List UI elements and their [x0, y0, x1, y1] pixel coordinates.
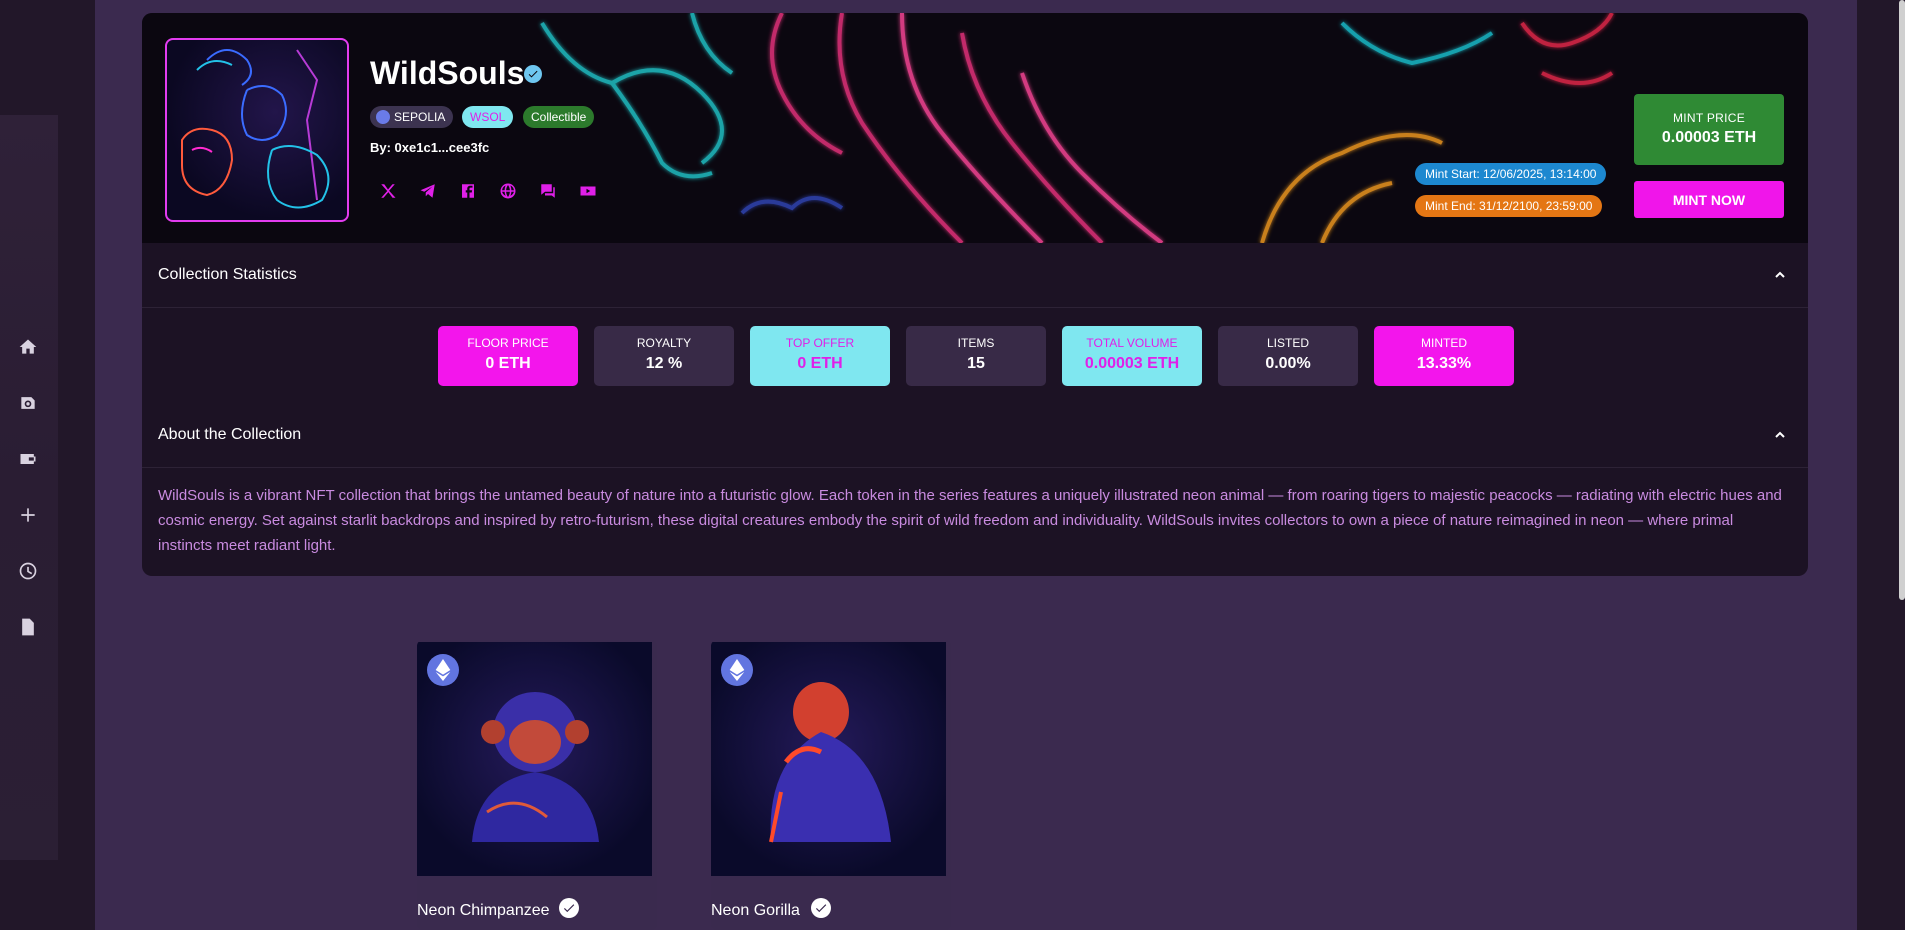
- statistics-title: Collection Statistics: [158, 266, 297, 283]
- network-label: SEPOLIA: [394, 110, 446, 124]
- stat-value: 0 ETH: [485, 355, 531, 372]
- stat-top-offer: TOP OFFER 0 ETH: [750, 326, 890, 386]
- chevron-up-icon[interactable]: [1772, 427, 1788, 443]
- social-links: [378, 181, 598, 201]
- stat-value: 13.33%: [1416, 355, 1472, 372]
- nft-image[interactable]: [711, 642, 946, 876]
- about-description: WildSouls is a vibrant NFT collection th…: [158, 487, 1782, 554]
- stat-label: MINTED: [1421, 336, 1467, 350]
- collection-title: WildSouls: [370, 55, 525, 91]
- mint-price-label: MINT PRICE: [1672, 111, 1746, 125]
- ethereum-icon: [721, 654, 753, 686]
- document-icon[interactable]: [16, 615, 40, 639]
- stat-label: TOTAL VOLUME: [1086, 336, 1178, 350]
- collection-banner: WildSouls SEPOLIA WSOL Collectible By: 0…: [142, 13, 1808, 243]
- stat-floor-price: FLOOR PRICE 0 ETH: [438, 326, 578, 386]
- stat-label: TOP OFFER: [785, 336, 855, 350]
- stat-label: ROYALTY: [636, 336, 692, 350]
- clock-icon[interactable]: [16, 559, 40, 583]
- nft-card[interactable]: Neon Chimpanzee: [417, 640, 657, 930]
- stat-total-volume: TOTAL VOLUME 0.00003 ETH: [1062, 326, 1202, 386]
- stat-minted: MINTED 13.33%: [1374, 326, 1514, 386]
- mint-end-badge: Mint End: 31/12/2100, 23:59:00: [1415, 195, 1603, 217]
- mint-price-value: 0.00003 ETH: [1661, 129, 1757, 146]
- plus-icon[interactable]: [16, 503, 40, 527]
- home-icon[interactable]: [16, 335, 40, 359]
- stat-label: LISTED: [1266, 336, 1309, 350]
- nft-name: Neon Gorilla: [711, 902, 800, 919]
- stat-value: 15: [967, 355, 985, 372]
- youtube-icon[interactable]: [578, 181, 598, 201]
- collection-card: WildSouls SEPOLIA WSOL Collectible By: 0…: [142, 13, 1808, 576]
- category-badge: Collectible: [523, 106, 595, 128]
- mint-price-box: MINT PRICE 0.00003 ETH: [1634, 94, 1784, 165]
- right-frame: [1857, 0, 1905, 930]
- stat-royalty: ROYALTY 12 %: [594, 326, 734, 386]
- creator-address[interactable]: By: 0xe1c1...cee3fc: [370, 140, 489, 155]
- scrollbar[interactable]: [1899, 0, 1905, 600]
- check-icon: [811, 898, 831, 918]
- facebook-icon[interactable]: [458, 181, 478, 201]
- chevron-up-icon[interactable]: [1772, 267, 1788, 283]
- ethereum-icon: [376, 110, 390, 124]
- wallet-icon[interactable]: [16, 447, 40, 471]
- mint-start-badge: Mint Start: 12/06/2025, 13:14:00: [1415, 163, 1607, 185]
- stat-value: 0.00%: [1265, 355, 1311, 372]
- about-title: About the Collection: [158, 426, 302, 443]
- nft-image[interactable]: [417, 642, 652, 876]
- symbol-badge: WSOL: [462, 106, 514, 128]
- network-badge: SEPOLIA: [370, 106, 454, 128]
- sidebar: [0, 115, 58, 860]
- stat-listed: LISTED 0.00%: [1218, 326, 1358, 386]
- stat-value: 12 %: [645, 355, 683, 372]
- telegram-icon[interactable]: [418, 181, 438, 201]
- stat-label: ITEMS: [957, 336, 995, 350]
- about-header[interactable]: About the Collection: [142, 403, 1808, 468]
- statistics-panel: FLOOR PRICE 0 ETH ROYALTY 12 % TOP OFFER…: [142, 307, 1808, 397]
- collection-thumbnail: [165, 38, 349, 222]
- stat-items: ITEMS 15: [906, 326, 1046, 386]
- check-icon: [559, 898, 579, 918]
- chat-icon[interactable]: [538, 181, 558, 201]
- nft-name: Neon Chimpanzee: [417, 902, 550, 919]
- globe-icon[interactable]: [498, 181, 518, 201]
- stat-label: FLOOR PRICE: [467, 336, 549, 350]
- stat-value: 0.00003 ETH: [1084, 355, 1180, 372]
- camera-icon[interactable]: [16, 391, 40, 415]
- x-icon[interactable]: [378, 181, 398, 201]
- ethereum-icon: [427, 654, 459, 686]
- statistics-header[interactable]: Collection Statistics: [142, 243, 1808, 308]
- verified-icon: [524, 65, 542, 83]
- stat-value: 0 ETH: [797, 355, 843, 372]
- nft-card[interactable]: Neon Gorilla: [711, 640, 951, 930]
- mint-now-button[interactable]: MINT NOW: [1634, 181, 1784, 218]
